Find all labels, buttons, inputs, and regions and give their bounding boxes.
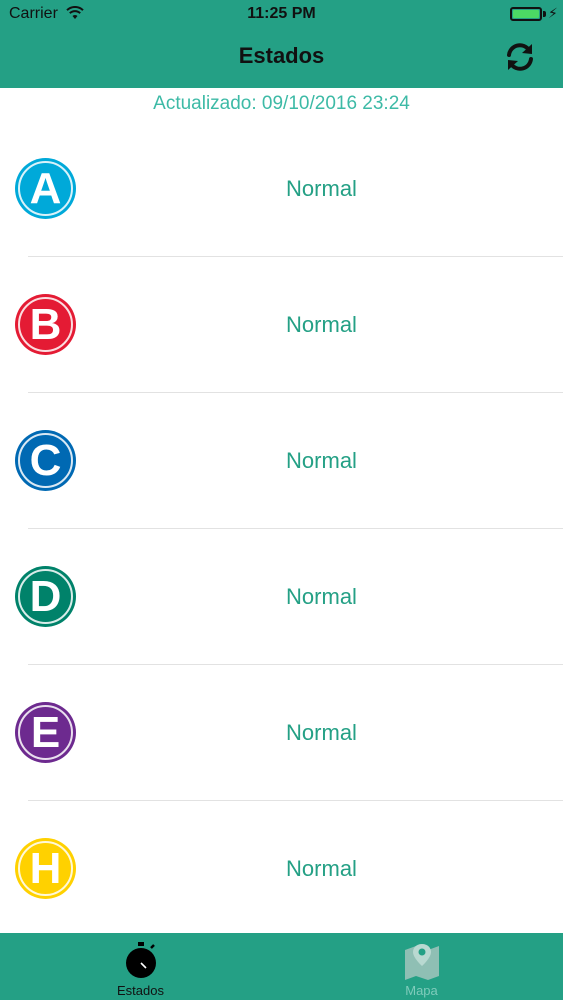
line-badge: H (15, 838, 76, 899)
status-bar: Carrier 11:25 PM ⚡ (0, 0, 563, 30)
line-row-b[interactable]: B Normal (0, 257, 563, 393)
tab-label-estados: Estados (117, 983, 164, 998)
line-status-text: Normal (286, 856, 357, 881)
map-pin-icon (404, 944, 439, 980)
tab-estados[interactable]: Estados (0, 933, 281, 1000)
battery-tip (543, 11, 546, 17)
line-letter: A (29, 164, 62, 213)
last-updated-text: Actualizado: 09/10/2016 23:24 (153, 93, 410, 114)
line-status-list: A Normal B Normal C Normal D Normal E Normal H Norm… (0, 121, 563, 937)
line-row-h[interactable]: H Normal (0, 801, 563, 937)
charging-icon: ⚡ (548, 5, 558, 21)
status-time: 11:25 PM (247, 5, 316, 22)
tab-mapa[interactable]: Mapa (281, 933, 562, 1000)
line-status-text: Normal (286, 176, 357, 201)
refresh-icon (507, 43, 533, 71)
line-row-e[interactable]: E Normal (0, 665, 563, 801)
tab-bar: Estados Mapa (0, 933, 563, 1000)
line-status-text: Normal (286, 720, 357, 745)
line-row-d[interactable]: D Normal (0, 529, 563, 665)
page-title: Estados (238, 43, 325, 68)
battery-icon (510, 7, 542, 21)
line-badge: E (15, 702, 76, 763)
line-letter: C (29, 436, 62, 485)
line-letter: E (30, 708, 61, 757)
line-status-text: Normal (286, 448, 357, 473)
line-letter: H (29, 844, 62, 893)
line-letter: B (29, 300, 62, 349)
line-letter: D (29, 572, 62, 621)
line-badge: C (15, 430, 76, 491)
line-badge: D (15, 566, 76, 627)
line-badge: A (15, 158, 76, 219)
line-row-a[interactable]: A Normal (0, 121, 563, 257)
line-status-text: Normal (286, 312, 357, 337)
refresh-button[interactable] (503, 40, 537, 74)
line-status-text: Normal (286, 584, 357, 609)
line-row-c[interactable]: C Normal (0, 393, 563, 529)
top-bar: Carrier 11:25 PM ⚡ Estados (0, 0, 563, 88)
stopwatch-icon (125, 942, 156, 978)
line-badge: B (15, 294, 76, 355)
tab-label-mapa: Mapa (405, 983, 438, 998)
